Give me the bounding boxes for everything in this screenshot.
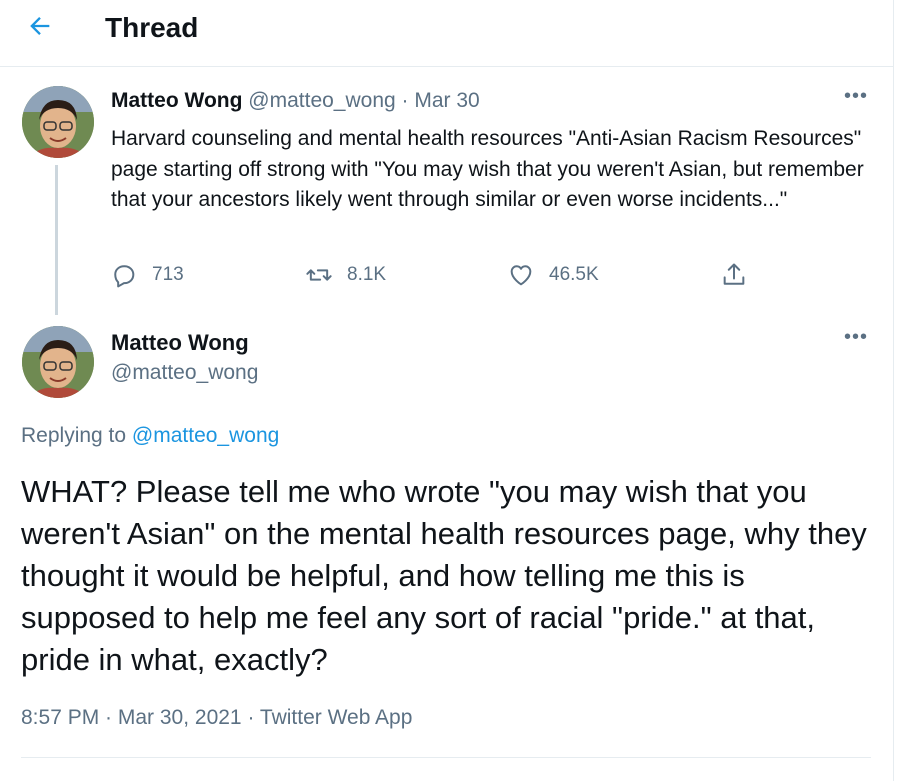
heart-icon: [510, 265, 532, 286]
author-handle[interactable]: @matteo_wong: [111, 361, 258, 385]
divider: [21, 757, 871, 758]
profile-photo: [22, 86, 94, 158]
tweet-metadata[interactable]: 8:57 PM · Mar 30, 2021 · Twitter Web App: [21, 706, 412, 730]
tweet-header: Matteo Wong @matteo_wong · Mar 30: [111, 89, 480, 113]
author-handle[interactable]: @matteo_wong: [248, 89, 395, 112]
like-count: 46.5K: [549, 264, 599, 285]
reply-icon: [114, 265, 135, 288]
retweet-icon: [306, 269, 332, 281]
retweet-button[interactable]: 8.1K: [305, 260, 386, 290]
profile-photo: [22, 326, 94, 398]
share-button[interactable]: [720, 260, 762, 290]
author-name[interactable]: Matteo Wong: [111, 89, 242, 112]
page-title: Thread: [105, 12, 199, 43]
thread-header: Thread: [0, 0, 893, 67]
tweet-text: Harvard counseling and mental health res…: [111, 127, 864, 211]
arrow-left-icon: [30, 17, 50, 35]
like-button[interactable]: 46.5K: [507, 260, 599, 290]
reply-count: 713: [152, 264, 184, 285]
header-separator: ·: [401, 89, 409, 112]
tweet-date[interactable]: Mar 30: [414, 89, 479, 112]
replying-to: Replying to @matteo_wong: [21, 424, 279, 448]
replying-to-link[interactable]: @matteo_wong: [132, 424, 279, 447]
back-button[interactable]: [26, 12, 58, 44]
avatar[interactable]: [22, 326, 94, 398]
thread-connector: [55, 165, 58, 315]
avatar[interactable]: [22, 86, 94, 158]
share-icon: [723, 263, 745, 285]
retweet-count: 8.1K: [347, 264, 387, 285]
more-options-icon[interactable]: •••: [841, 86, 871, 110]
replying-prefix: Replying to: [21, 424, 127, 447]
author-name[interactable]: Matteo Wong: [111, 330, 249, 356]
more-options-icon[interactable]: •••: [841, 327, 871, 351]
tweet-text: WHAT? Please tell me who wrote "you may …: [21, 474, 867, 677]
reply-button[interactable]: 713: [110, 260, 184, 290]
column-border: [893, 0, 894, 781]
